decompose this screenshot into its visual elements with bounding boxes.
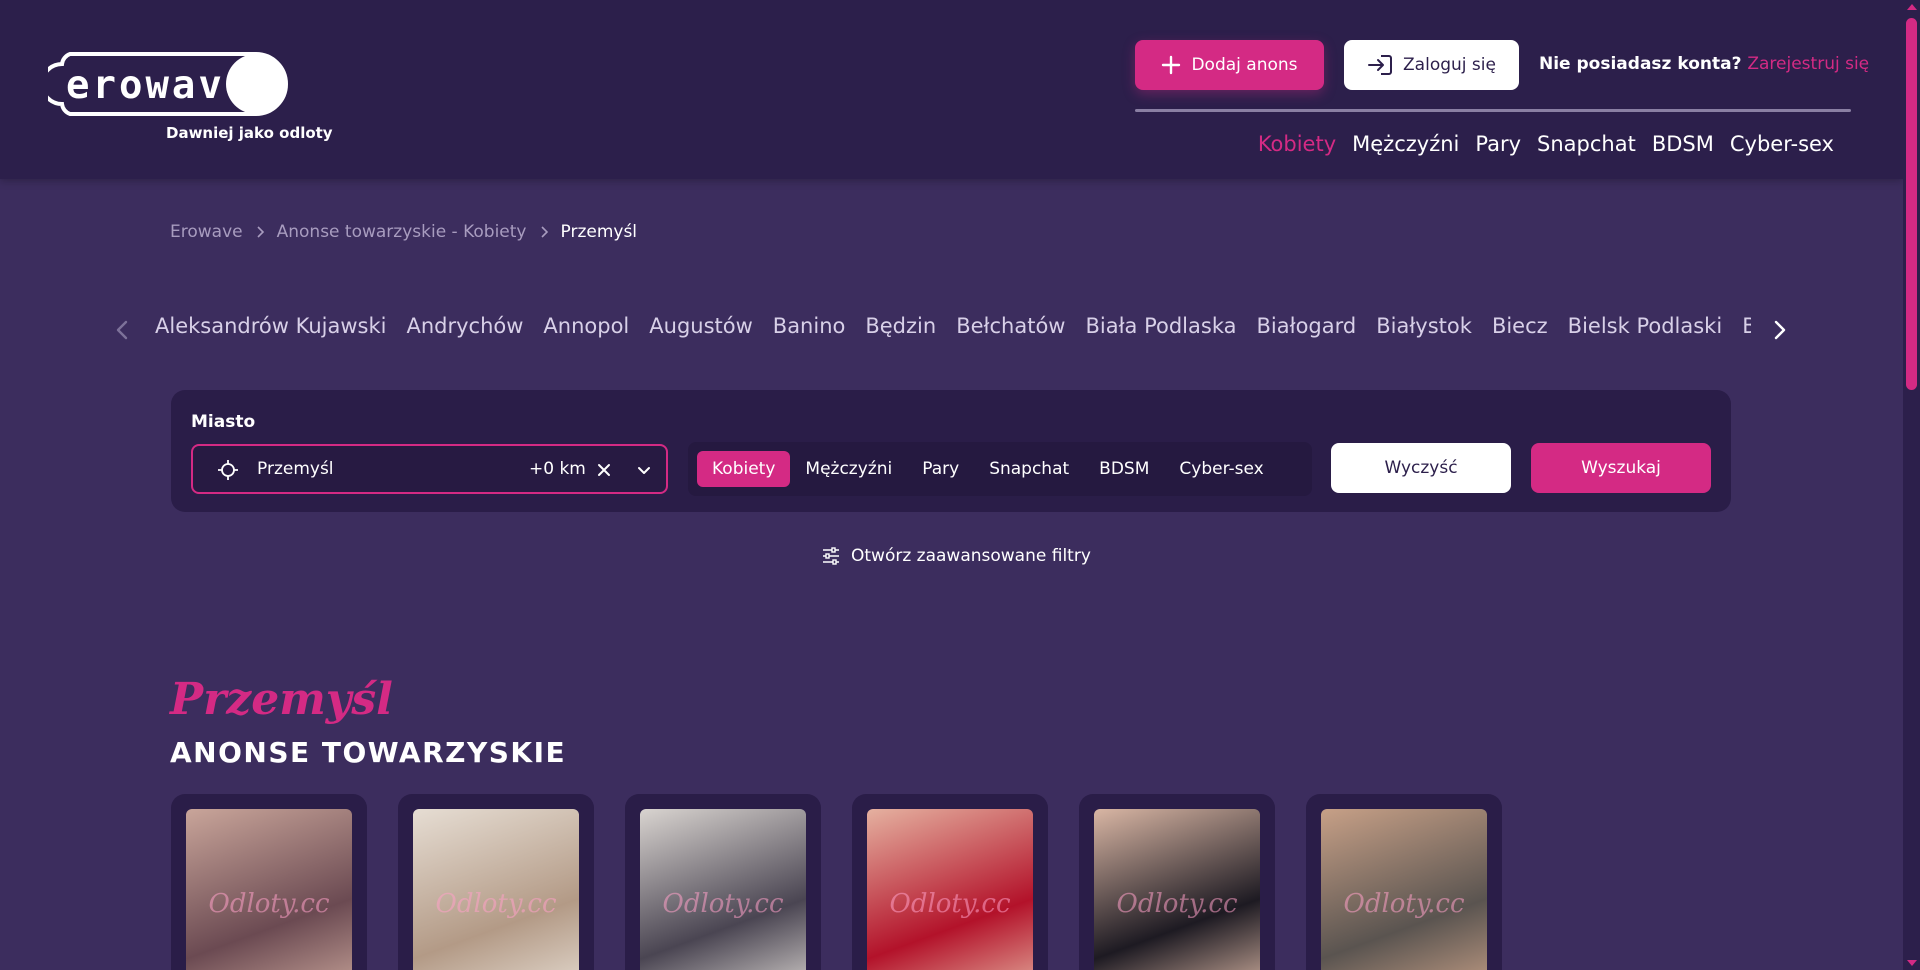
search-panel: Miasto Przemyśl +0 km Kobiety Mężczyźni …: [171, 390, 1731, 512]
city-link[interactable]: Bielsk Podlaski: [1568, 314, 1723, 338]
header-divider: [1135, 109, 1851, 112]
category-mezczyzni[interactable]: Mężczyźni: [790, 451, 907, 487]
listing-photo[interactable]: Odloty.cc: [1321, 809, 1487, 970]
scroll-up-arrow[interactable]: [1907, 4, 1917, 10]
listing-card[interactable]: Odloty.cc: [398, 794, 594, 970]
add-listing-button[interactable]: Dodaj anons: [1135, 40, 1324, 90]
city-link[interactable]: Aleksandrów Kujawski: [155, 314, 386, 338]
watermark-text: Odloty.cc: [889, 889, 1011, 919]
category-cyber-sex[interactable]: Cyber-sex: [1164, 451, 1278, 487]
cities-list: Aleksandrów Kujawski Andrychów Annopol Augu…: [155, 314, 1751, 338]
advanced-filters-label: Otwórz zaawansowane filtry: [851, 546, 1091, 566]
listing-card[interactable]: Odloty.cc: [852, 794, 1048, 970]
scroll-down-arrow[interactable]: [1907, 960, 1917, 966]
top-navigation: Kobiety Mężczyźni Pary Snapchat BDSM Cyb…: [1258, 132, 1834, 156]
city-link[interactable]: Białogard: [1257, 314, 1357, 338]
login-icon: [1368, 55, 1393, 75]
category-bdsm[interactable]: BDSM: [1084, 451, 1164, 487]
city-link[interactable]: Banino: [773, 314, 846, 338]
nav-item-snapchat[interactable]: Snapchat: [1537, 132, 1636, 156]
city-link[interactable]: Będzin: [865, 314, 936, 338]
listing-card[interactable]: Odloty.cc: [171, 794, 367, 970]
chevron-right-icon: [257, 226, 264, 238]
breadcrumb-current: Przemyśl: [560, 222, 638, 242]
listing-photo[interactable]: Odloty.cc: [413, 809, 579, 970]
advanced-filters-toggle[interactable]: Otwórz zaawansowane filtry: [821, 546, 1091, 566]
nav-item-kobiety[interactable]: Kobiety: [1258, 132, 1336, 156]
no-account-text: Nie posiadasz konta? Zarejestruj się: [1539, 54, 1869, 74]
login-label: Zaloguj się: [1403, 55, 1496, 75]
breadcrumb-category[interactable]: Anonse towarzyskie - Kobiety: [277, 222, 527, 242]
clear-button[interactable]: Wyczyść: [1331, 443, 1511, 493]
city-label: Miasto: [191, 412, 256, 432]
plus-icon: [1162, 55, 1181, 75]
watermark-text: Odloty.cc: [662, 889, 784, 919]
chevron-down-icon[interactable]: [635, 461, 653, 479]
watermark-text: Odloty.cc: [1116, 889, 1238, 919]
nav-item-pary[interactable]: Pary: [1475, 132, 1521, 156]
listing-photo[interactable]: Odloty.cc: [186, 809, 352, 970]
scroll-thumb[interactable]: [1906, 18, 1917, 390]
nav-item-cyber-sex[interactable]: Cyber-sex: [1730, 132, 1834, 156]
watermark-text: Odloty.cc: [208, 889, 330, 919]
city-link[interactable]: Białystok: [1376, 314, 1472, 338]
chevron-right-icon: [540, 226, 548, 238]
breadcrumb: Erowave Anonse towarzyskie - Kobiety Prz…: [170, 222, 637, 242]
no-account-label: Nie posiadasz konta?: [1539, 54, 1742, 74]
nav-item-mezczyzni[interactable]: Mężczyźni: [1352, 132, 1459, 156]
cities-carousel: Aleksandrów Kujawski Andrychów Annopol Augu…: [155, 314, 1751, 348]
logo-text: erowave: [66, 63, 252, 108]
radius-value[interactable]: +0 km: [529, 459, 586, 479]
scrollbar[interactable]: [1903, 0, 1920, 970]
category-pary[interactable]: Pary: [907, 451, 974, 487]
nav-item-bdsm[interactable]: BDSM: [1652, 132, 1714, 156]
city-link[interactable]: Augustów: [649, 314, 753, 338]
listing-card[interactable]: Odloty.cc: [1079, 794, 1275, 970]
logo-wordmark: erowave: [66, 63, 278, 118]
city-input[interactable]: Przemyśl +0 km: [191, 444, 668, 494]
city-link[interactable]: Bielsko-Biała: [1742, 314, 1751, 338]
city-link[interactable]: Biecz: [1492, 314, 1548, 338]
category-snapchat[interactable]: Snapchat: [974, 451, 1084, 487]
chevron-left-icon[interactable]: [112, 318, 132, 342]
city-link[interactable]: Bełchatów: [956, 314, 1065, 338]
section-title: ANONSE TOWARZYSKIE: [170, 736, 567, 769]
listing-card[interactable]: Odloty.cc: [1306, 794, 1502, 970]
category-toggle-group: Kobiety Mężczyźni Pary Snapchat BDSM Cyb…: [688, 442, 1312, 496]
watermark-text: Odloty.cc: [1343, 889, 1465, 919]
listing-card[interactable]: Odloty.cc: [625, 794, 821, 970]
site-header: erowave Dawniej jako odloty Dodaj anons …: [0, 0, 1903, 179]
listing-photo[interactable]: Odloty.cc: [1094, 809, 1260, 970]
listing-photo[interactable]: Odloty.cc: [867, 809, 1033, 970]
chevron-right-icon[interactable]: [1770, 318, 1790, 342]
crosshair-icon: [218, 460, 238, 480]
add-listing-label: Dodaj anons: [1191, 55, 1298, 75]
close-icon[interactable]: [595, 461, 613, 479]
city-link[interactable]: Annopol: [543, 314, 629, 338]
listing-photo[interactable]: Odloty.cc: [640, 809, 806, 970]
section-city-title: Przemyśl: [170, 674, 393, 725]
logo-subtitle: Dawniej jako odloty: [166, 124, 333, 142]
category-kobiety[interactable]: Kobiety: [697, 451, 791, 487]
city-link[interactable]: Biała Podlaska: [1085, 314, 1236, 338]
city-value: Przemyśl: [257, 459, 334, 479]
register-link[interactable]: Zarejestruj się: [1747, 54, 1869, 74]
sliders-icon: [823, 547, 839, 565]
city-link[interactable]: Andrychów: [406, 314, 523, 338]
search-button[interactable]: Wyszukaj: [1531, 443, 1711, 493]
watermark-text: Odloty.cc: [435, 889, 557, 919]
login-button[interactable]: Zaloguj się: [1344, 40, 1519, 90]
breadcrumb-home[interactable]: Erowave: [170, 222, 243, 242]
